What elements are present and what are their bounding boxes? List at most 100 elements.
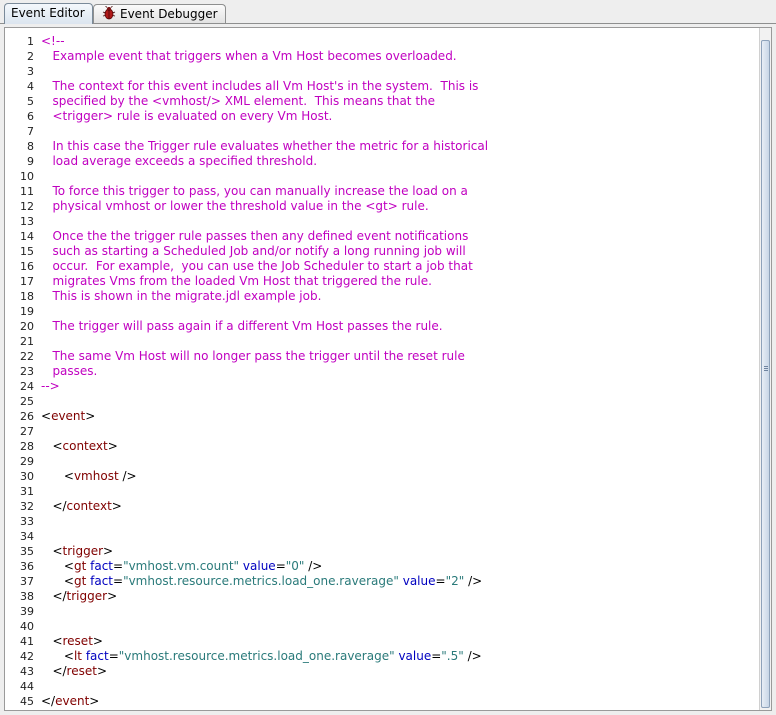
line-number: 19 — [20, 305, 34, 318]
line-number: 22 — [20, 350, 34, 363]
code-token: = — [113, 559, 124, 573]
line-number: 20 — [20, 320, 34, 333]
code-line: <vmhost /> — [41, 469, 137, 484]
line-number: 41 — [20, 635, 34, 648]
code-token: > — [103, 544, 114, 558]
code-token: To force this trigger to pass, you can m… — [41, 184, 468, 198]
code-token: > — [92, 634, 103, 648]
code-token: "2" — [445, 574, 465, 588]
code-token: < — [41, 649, 74, 663]
code-line: <gt fact="vmhost.resource.metrics.load_o… — [41, 574, 482, 589]
code-token: < — [41, 409, 52, 423]
code-token: such as starting a Scheduled Job and/or … — [41, 244, 466, 258]
line-number: 39 — [20, 605, 34, 618]
code-token: > — [111, 499, 122, 513]
line-number: 26 — [20, 410, 34, 423]
code-token: gt — [73, 574, 87, 588]
code-token: = — [108, 649, 119, 663]
code-token: /> — [463, 649, 482, 663]
code-line: In this case the Trigger rule evaluates … — [41, 139, 488, 154]
code-token: = — [275, 559, 286, 573]
scrollbar-thumb[interactable] — [761, 40, 770, 708]
code-line: such as starting a Scheduled Job and/or … — [41, 244, 466, 259]
code-line: physical vmhost or lower the threshold v… — [41, 199, 429, 214]
line-number: 40 — [20, 620, 34, 633]
line-number: 5 — [27, 95, 34, 108]
code-token: migrates Vms from the loaded Vm Host tha… — [41, 274, 432, 288]
code-line: The context for this event includes all … — [41, 79, 478, 94]
code-token: < — [41, 559, 74, 573]
code-token: > — [96, 664, 108, 678]
code-token: > — [85, 409, 96, 423]
line-number: 4 — [27, 80, 34, 93]
code-line: </trigger> — [41, 589, 117, 604]
code-line: Once the the trigger rule passes then an… — [41, 229, 468, 244]
code-token: --> — [41, 379, 60, 393]
line-number: 10 — [20, 170, 34, 183]
code-token: Once the the trigger rule passes then an… — [41, 229, 469, 243]
code-token: context — [66, 499, 112, 513]
code-token: = — [431, 649, 442, 663]
code-token: /> — [464, 574, 483, 588]
code-token: gt — [73, 559, 87, 573]
line-number: 7 — [27, 125, 34, 138]
code-token: reset — [66, 664, 97, 678]
code-line: The same Vm Host will no longer pass the… — [41, 349, 464, 364]
line-number: 1 — [27, 35, 34, 48]
tab-event-editor[interactable]: Event Editor — [4, 3, 93, 24]
code-line: --> — [41, 379, 60, 394]
code-token: < — [41, 469, 74, 483]
code-line: migrates Vms from the loaded Vm Host tha… — [41, 274, 432, 289]
code-token: reset — [62, 634, 93, 648]
code-token: /> — [118, 469, 137, 483]
code-line: <!-- — [41, 34, 65, 49]
code-token: = — [113, 574, 124, 588]
line-number: 6 — [27, 110, 34, 123]
line-number: 31 — [20, 485, 34, 498]
line-number: 29 — [20, 455, 34, 468]
code-editor[interactable]: 1 2 3 4 5 6 7 8 9 10 11 12 13 14 15 16 17 18 19 20 21 22 23 24 2… — [4, 27, 772, 711]
code-token: The context for this event includes all … — [41, 79, 479, 93]
tab-event-debugger[interactable]: Event Debugger — [93, 4, 226, 23]
code-token: fact — [90, 574, 113, 588]
code-line: Example event that triggers when a Vm Ho… — [41, 49, 456, 64]
line-number: 44 — [20, 680, 34, 693]
line-number: 28 — [20, 440, 34, 453]
code-token: value — [402, 574, 436, 588]
code-token: physical vmhost or lower the threshold v… — [41, 199, 429, 213]
code-token: </ — [41, 589, 67, 603]
code-line: occur. For example, you can use the Job … — [41, 259, 472, 274]
code-token: vmhost — [73, 469, 119, 483]
line-number: 32 — [20, 500, 34, 513]
code-token: value — [398, 649, 432, 663]
line-number: 42 — [20, 650, 34, 663]
line-number: 24 — [20, 380, 34, 393]
code-line: The trigger will pass again if a differe… — [41, 319, 442, 334]
code-token: fact — [85, 649, 109, 663]
code-token: This is shown in the migrate.jdl example… — [41, 289, 322, 303]
code-token: = — [435, 574, 446, 588]
code-token: ".5" — [441, 649, 464, 663]
line-number: 2 — [27, 50, 34, 63]
code-line: <lt fact="vmhost.resource.metrics.load_o… — [41, 649, 482, 664]
code-token: "vmhost.vm.count" — [123, 559, 240, 573]
line-number: 11 — [20, 185, 34, 198]
code-token: trigger — [62, 544, 104, 558]
code-token: </ — [41, 664, 67, 678]
code-line: <event> — [41, 409, 95, 424]
line-number: 15 — [20, 245, 34, 258]
line-number-gutter: 1 2 3 4 5 6 7 8 9 10 11 12 13 14 15 16 17 18 19 20 21 22 23 24 2… — [5, 28, 37, 710]
line-number: 13 — [20, 215, 34, 228]
code-line: passes. — [41, 364, 97, 379]
code-area[interactable]: <!-- Example event that triggers when a … — [41, 28, 757, 710]
code-token: > — [107, 439, 118, 453]
line-number: 25 — [20, 395, 34, 408]
line-number: 14 — [20, 230, 34, 243]
code-token: lt — [73, 649, 82, 663]
vertical-scrollbar[interactable] — [759, 28, 771, 710]
code-token: /> — [304, 559, 323, 573]
code-token: </ — [41, 694, 56, 708]
line-number: 36 — [20, 560, 34, 573]
line-number: 30 — [20, 470, 34, 483]
line-number: 17 — [20, 275, 34, 288]
